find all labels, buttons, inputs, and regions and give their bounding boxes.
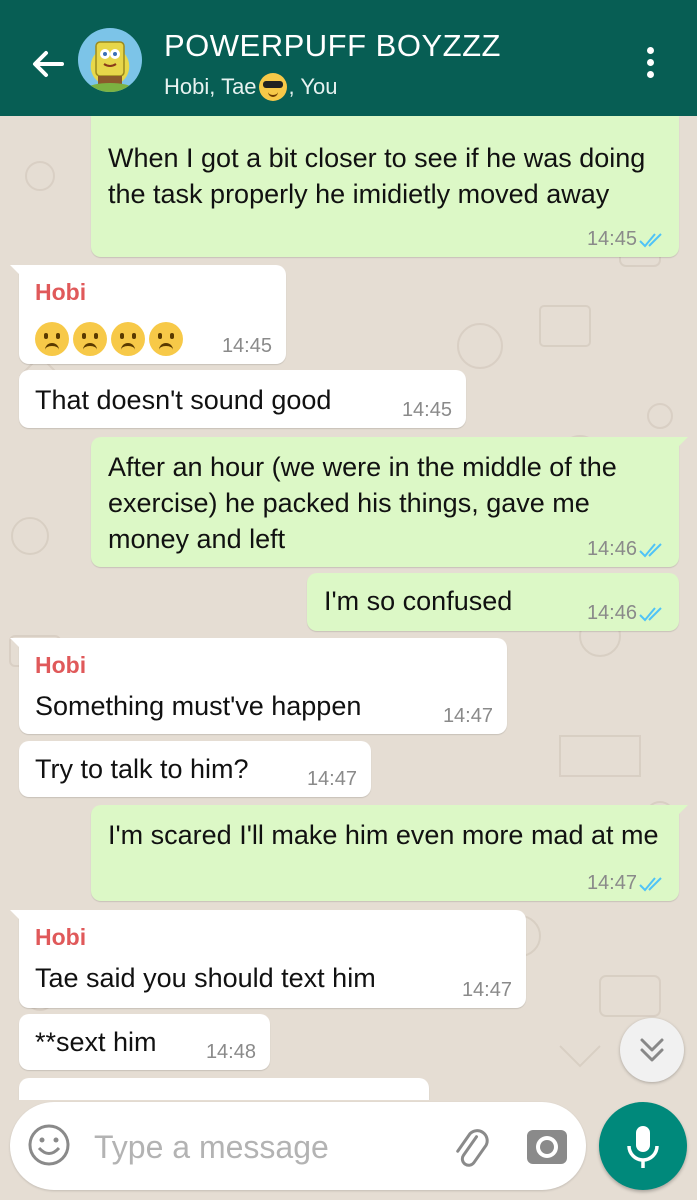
message-time: 14:47 bbox=[306, 768, 357, 790]
microphone-icon bbox=[627, 1126, 659, 1168]
message-time: 14:45 bbox=[401, 399, 452, 421]
message-incoming[interactable]: **sext him 14:48 bbox=[19, 1014, 270, 1070]
message-outgoing[interactable]: When I got a bit closer to see if he was… bbox=[91, 116, 679, 257]
message-incoming[interactable]: Hobi 14:45 bbox=[10, 265, 286, 364]
message-incoming[interactable]: Try to talk to him? 14:47 bbox=[19, 741, 371, 797]
message-text: That doesn't sound good bbox=[35, 385, 332, 415]
message-text: Tae said you should text him bbox=[35, 963, 376, 993]
message-incoming-partial[interactable] bbox=[19, 1078, 429, 1100]
emoji-row bbox=[35, 319, 187, 356]
message-sender: Hobi bbox=[35, 652, 87, 678]
voice-record-button[interactable] bbox=[599, 1102, 687, 1190]
message-incoming[interactable]: Hobi Something must've happen 14:47 bbox=[10, 638, 507, 734]
double-check-read-icon bbox=[639, 607, 662, 622]
message-time: 14:45 bbox=[221, 335, 272, 357]
message-sender: Hobi bbox=[35, 924, 87, 950]
message-time: 14:47 bbox=[461, 979, 512, 1001]
more-vert-icon[interactable] bbox=[640, 44, 660, 84]
message-time: 14:48 bbox=[205, 1041, 256, 1063]
message-time: 14:45 bbox=[587, 229, 665, 249]
message-time: 14:46 bbox=[587, 539, 665, 559]
frowning-face-icon bbox=[149, 321, 183, 356]
camera-icon[interactable] bbox=[524, 1124, 570, 1168]
message-time: 14:47 bbox=[587, 873, 665, 893]
message-text: I'm scared I'll make him even more mad a… bbox=[108, 820, 659, 850]
chat-title[interactable]: POWERPUFF BOYZZZ bbox=[164, 28, 501, 64]
chevron-double-down-icon bbox=[640, 1038, 664, 1062]
double-check-read-icon bbox=[639, 233, 662, 248]
message-incoming[interactable]: That doesn't sound good 14:45 bbox=[19, 370, 466, 428]
message-composer bbox=[10, 1102, 586, 1190]
paperclip-icon[interactable] bbox=[448, 1124, 492, 1168]
members-prefix: Hobi, Tae bbox=[164, 74, 257, 99]
message-text: After an hour (we were in the middle of … bbox=[108, 452, 617, 554]
double-check-read-icon bbox=[639, 877, 662, 892]
message-incoming[interactable]: Hobi Tae said you should text him 14:47 bbox=[10, 910, 526, 1008]
members-suffix: , You bbox=[288, 74, 338, 99]
frowning-face-icon bbox=[111, 321, 145, 356]
message-text: I'm so confused bbox=[324, 586, 513, 616]
message-sender: Hobi bbox=[35, 279, 87, 305]
chat-header: POWERPUFF BOYZZZ Hobi, Tae , You bbox=[0, 0, 697, 116]
scroll-to-bottom-button[interactable] bbox=[620, 1018, 684, 1082]
message-list[interactable]: When I got a bit closer to see if he was… bbox=[0, 116, 697, 1100]
group-avatar[interactable] bbox=[78, 28, 142, 92]
message-input[interactable] bbox=[92, 1122, 436, 1172]
message-outgoing[interactable]: I'm so confused 14:46 bbox=[307, 573, 679, 631]
message-text: When I got a bit closer to see if he was… bbox=[108, 143, 646, 209]
frowning-face-icon bbox=[35, 321, 69, 356]
message-text: **sext him bbox=[35, 1027, 157, 1057]
message-text: Something must've happen bbox=[35, 691, 362, 721]
message-outgoing[interactable]: I'm scared I'll make him even more mad a… bbox=[91, 805, 688, 901]
message-time: 14:46 bbox=[587, 603, 665, 623]
frowning-face-icon bbox=[73, 321, 107, 356]
smiley-icon[interactable] bbox=[26, 1122, 72, 1168]
message-time: 14:47 bbox=[442, 705, 493, 727]
chat-members[interactable]: Hobi, Tae , You bbox=[164, 73, 338, 101]
double-check-read-icon bbox=[639, 543, 662, 558]
sunglasses-emoji-icon bbox=[258, 73, 287, 101]
back-arrow-icon[interactable] bbox=[28, 44, 68, 84]
message-text: Try to talk to him? bbox=[35, 754, 249, 784]
message-outgoing[interactable]: After an hour (we were in the middle of … bbox=[91, 437, 688, 567]
